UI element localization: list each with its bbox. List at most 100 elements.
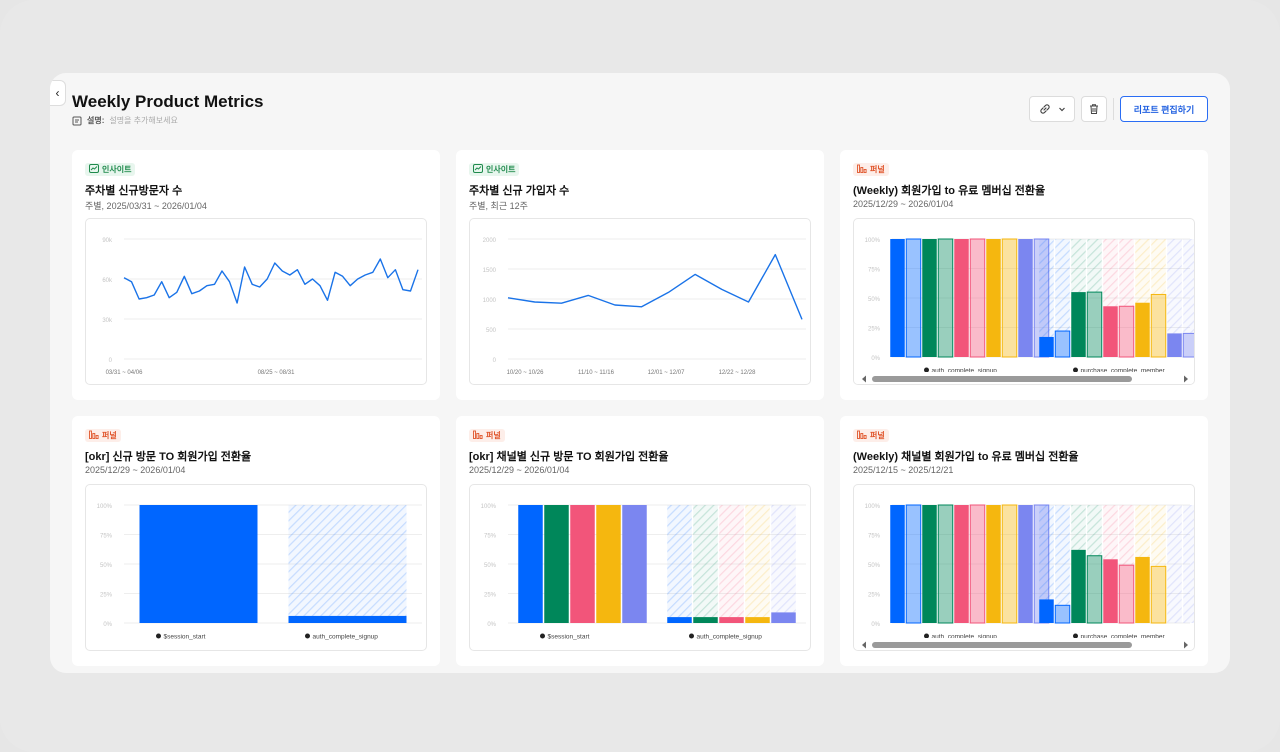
y-tick-label: 25% <box>100 593 113 599</box>
card-subtitle: 2025/12/15 ~ 2025/12/21 <box>853 465 954 475</box>
legend-dot <box>540 633 545 639</box>
card-subtitle: 2025/12/29 ~ 2026/01/04 <box>85 465 186 475</box>
funnel-bar <box>1086 555 1103 624</box>
step-label: $session_start <box>164 634 206 641</box>
dropoff-hatch <box>1167 505 1182 623</box>
funnel-bar <box>288 615 407 623</box>
description-placeholder[interactable]: 설명을 추가해보세요 <box>109 115 177 126</box>
card-title: (Weekly) 회원가입 to 유료 멤버십 전환율 <box>853 185 1046 197</box>
funnel-bar <box>1118 564 1135 624</box>
metric-card[interactable]: 인사이트 주차별 신규방문자 수 주별, 2025/03/31 ~ 2026/0… <box>72 150 440 400</box>
dropoff-hatch <box>1039 239 1054 337</box>
funnel-bar <box>693 617 718 623</box>
x-tick-label: 12/22 ~ 12/28 <box>719 370 757 376</box>
trash-icon <box>1090 104 1098 114</box>
y-tick-label: 75% <box>484 534 497 540</box>
metric-card[interactable]: 퍼널 (Weekly) 채널별 회원가입 to 유료 멤버십 전환율 2025/… <box>840 416 1208 666</box>
funnel-bar <box>986 505 1001 623</box>
dropoff-hatch <box>1151 505 1166 567</box>
funnel-bar <box>1039 336 1054 357</box>
chevron-down-icon <box>1059 107 1065 112</box>
back-button[interactable]: ‹ <box>50 80 66 106</box>
dropoff-hatch <box>693 505 718 618</box>
legend-dot <box>305 633 310 639</box>
dropoff-hatch <box>1119 505 1134 566</box>
y-tick-label: 500 <box>486 328 497 334</box>
report-panel: ‹ Weekly Product Metrics 설명: 설명을 추가해보세요 … <box>50 73 1230 673</box>
metric-card[interactable]: 퍼널 [okr] 신규 방문 TO 회원가입 전환율 2025/12/29 ~ … <box>72 416 440 666</box>
share-link-button[interactable] <box>1029 96 1075 122</box>
funnel-bar <box>1086 291 1103 358</box>
card-subtitle: 2025/12/29 ~ 2026/01/04 <box>469 465 570 475</box>
y-tick-label: 50% <box>868 297 881 303</box>
y-tick-label: 0% <box>871 622 880 628</box>
funnel-bar <box>1001 238 1018 358</box>
tag-label: 퍼널 <box>870 431 885 440</box>
trend-icon <box>473 164 483 175</box>
funnel-bar <box>570 505 595 623</box>
legend-dot <box>924 633 929 639</box>
funnel-bar <box>1135 302 1150 357</box>
funnel-bar <box>771 612 796 623</box>
dropoff-hatch <box>1071 239 1086 293</box>
x-tick-label: 12/01 ~ 12/07 <box>648 370 686 376</box>
funnel-bar <box>1054 330 1071 358</box>
legend-dot <box>1073 367 1078 373</box>
funnel-bar <box>139 505 258 623</box>
funnel-bar <box>1039 599 1054 623</box>
y-tick-label: 75% <box>868 534 881 540</box>
report-description[interactable]: 설명: 설명을 추가해보세요 <box>72 115 178 126</box>
window-frame: ‹ Weekly Product Metrics 설명: 설명을 추가해보세요 … <box>0 0 1280 752</box>
metric-card[interactable]: 퍼널 (Weekly) 회원가입 to 유료 멤버십 전환율 2025/12/2… <box>840 150 1208 400</box>
funnel-bar <box>905 238 922 358</box>
y-tick-label: 50% <box>100 563 113 569</box>
metric-card[interactable]: 퍼널 [okr] 채널별 신규 방문 TO 회원가입 전환율 2025/12/2… <box>456 416 824 666</box>
funnel-bar <box>719 617 744 623</box>
funnel-tag: 퍼널 <box>85 429 121 442</box>
tag-label: 인사이트 <box>486 165 516 174</box>
legend-dot <box>924 367 929 373</box>
delete-button[interactable] <box>1081 96 1107 122</box>
funnel-chart: 100% 75% 50% 25% 0% $session_start auth_comple… <box>85 484 427 651</box>
edit-report-button[interactable]: 리포트 편집하기 <box>1120 96 1208 122</box>
scroll-thumb <box>872 376 1132 382</box>
dropoff-hatch <box>719 505 744 618</box>
dropoff-hatch <box>771 505 796 613</box>
funnel-bar <box>1054 604 1071 624</box>
funnel-bar <box>954 239 969 357</box>
funnel-bar <box>1018 505 1033 623</box>
card-title: 주차별 신규방문자 수 <box>85 185 183 197</box>
funnel-bar <box>1103 306 1118 357</box>
report-title: Weekly Product Metrics <box>72 92 264 111</box>
y-tick-label: 30k <box>102 318 113 324</box>
dropoff-hatch <box>1071 505 1086 550</box>
dropoff-hatch <box>288 505 407 616</box>
metric-card[interactable]: 인사이트 주차별 신규 가입자 수 주별, 최근 12주 2000 1500 100… <box>456 150 824 400</box>
funnel-bar <box>518 505 543 623</box>
dropoff-hatch <box>1103 239 1118 307</box>
funnel-chart: 100% 75% 50% 25% 0% $session_start auth_comple… <box>469 484 811 651</box>
y-tick-label: 1500 <box>483 268 497 274</box>
x-tick-label: 03/31 ~ 04/06 <box>106 370 144 376</box>
y-tick-label: 0% <box>871 356 880 362</box>
funnel-bar <box>1071 549 1086 623</box>
funnel-bars-icon <box>857 430 867 441</box>
funnel-bar <box>890 505 905 623</box>
funnel-bar <box>596 505 621 623</box>
dropoff-hatch <box>1087 505 1102 556</box>
dropoff-hatch <box>667 505 692 618</box>
funnel-tag: 퍼널 <box>853 163 889 176</box>
legend-dot <box>156 633 161 639</box>
funnel-bars-icon <box>473 430 483 441</box>
dropoff-hatch <box>1135 505 1150 557</box>
card-title: [okr] 채널별 신규 방문 TO 회원가입 전환율 <box>469 451 669 463</box>
y-tick-label: 75% <box>100 534 113 540</box>
funnel-bar <box>905 504 922 624</box>
dropoff-hatch <box>1151 239 1166 295</box>
y-tick-label: 100% <box>97 504 113 510</box>
funnel-bar <box>954 505 969 623</box>
x-tick-label: 08/25 ~ 08/31 <box>258 370 296 376</box>
scroll-thumb <box>872 642 1132 648</box>
funnel-bars-icon <box>89 430 99 441</box>
dropoff-hatch <box>1135 239 1150 303</box>
